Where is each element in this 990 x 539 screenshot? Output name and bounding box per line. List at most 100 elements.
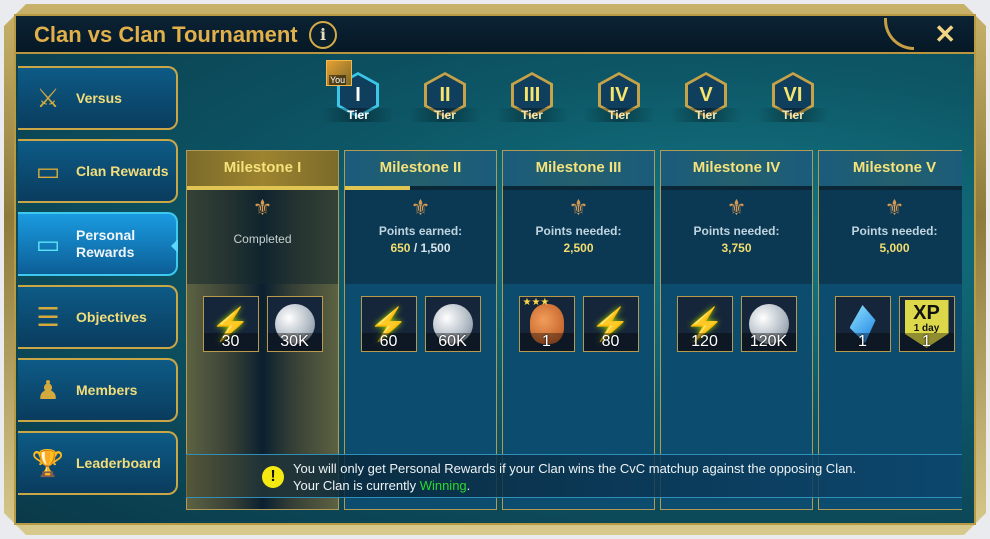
reward-list: 1 XP 1 day 1 xyxy=(819,296,962,352)
tournament-window: Clan vs Clan Tournament i ✕ ⚔ Versus ▭ C… xyxy=(14,14,976,525)
tier-label: Tier xyxy=(670,108,742,122)
reward-silver[interactable]: 30K xyxy=(266,296,323,352)
tier-2[interactable]: II Tier xyxy=(409,68,481,128)
milestone-title: Milestone III xyxy=(503,150,654,186)
crossed-swords-icon: ⚔ xyxy=(36,82,60,113)
points-label: Points needed: xyxy=(851,224,938,238)
close-button[interactable]: ✕ xyxy=(934,19,956,49)
sidebar-item-label: Leaderboard xyxy=(76,454,161,471)
sidebar: ⚔ Versus ▭ Clan Rewards ▭ Personal Rewar… xyxy=(18,66,178,504)
title-bar: Clan vs Clan Tournament i ✕ xyxy=(16,16,974,54)
tier-5[interactable]: V Tier xyxy=(670,68,742,128)
player-avatar: You xyxy=(326,60,352,86)
reward-silver[interactable]: 120K xyxy=(740,296,797,352)
notice-banner: ! You will only get Personal Rewards if … xyxy=(186,454,962,498)
reward-qty: 80 xyxy=(583,333,638,351)
points-earned: 650 xyxy=(390,241,411,255)
milestone-info: ⚜ Points earned: 650 / 1,500 xyxy=(345,190,496,284)
scroll-icon: ☰ xyxy=(36,301,60,332)
xp-label: XP xyxy=(913,302,940,324)
notice-line-2: Your Clan is currently Winning. xyxy=(293,477,856,494)
points-value: 650 / 1,500 xyxy=(345,241,496,255)
reward-qty: 1 xyxy=(835,333,890,351)
tier-4[interactable]: IV Tier xyxy=(583,68,655,128)
tier-label: Tier xyxy=(583,108,655,122)
sidebar-item-personal-rewards[interactable]: ▭ Personal Rewards xyxy=(18,212,178,276)
reward-qty: 120 xyxy=(677,333,732,351)
trophy-icon: 🏆 xyxy=(31,447,65,478)
sidebar-item-leaderboard[interactable]: 🏆 Leaderboard xyxy=(18,431,178,495)
sidebar-item-label: Personal Rewards xyxy=(76,227,136,260)
tier-label: Tier xyxy=(409,108,481,122)
tier-label: Tier xyxy=(757,108,829,122)
star-rank-icon: ★★★ xyxy=(522,297,550,308)
reward-energy[interactable]: ⚡ 60 xyxy=(360,296,417,352)
sidebar-item-label: Versus xyxy=(76,89,122,106)
tier-label: Tier xyxy=(322,108,394,122)
reward-qty: 1 xyxy=(519,333,574,351)
winged-emblem-icon: ⚜ xyxy=(252,195,273,220)
milestone-info: ⚜ Points needed: 5,000 xyxy=(819,190,962,284)
clan-status: Winning xyxy=(419,478,467,493)
notice-text: You will only get Personal Rewards if yo… xyxy=(293,460,856,494)
reward-energy[interactable]: ⚡ 30 xyxy=(202,296,259,352)
milestone-status: Completed xyxy=(233,232,292,246)
sidebar-item-members[interactable]: ♟ Members xyxy=(18,358,178,422)
milestone-info: ⚜ Points needed: 3,750 xyxy=(661,190,812,284)
sidebar-item-clan-rewards[interactable]: ▭ Clan Rewards xyxy=(18,139,178,203)
milestone-title: Milestone V xyxy=(819,150,962,186)
points-value: 5,000 xyxy=(879,241,910,255)
winged-emblem-icon: ⚜ xyxy=(410,195,431,220)
reward-qty: 30K xyxy=(267,333,322,351)
sidebar-item-objectives[interactable]: ☰ Objectives xyxy=(18,285,178,349)
reward-list: ★★★ 1 ⚡ 80 xyxy=(503,296,654,352)
milestone-title: Milestone II xyxy=(345,150,496,186)
sidebar-item-label: Objectives xyxy=(76,308,147,325)
points-label: Points needed: xyxy=(693,224,780,238)
title-ornament xyxy=(884,18,914,50)
tier-label: Tier xyxy=(496,108,568,122)
notice-suffix: . xyxy=(466,478,471,493)
points-label: Points earned: xyxy=(378,224,463,238)
you-label: You xyxy=(329,75,347,85)
reward-list: ⚡ 30 30K xyxy=(187,296,338,352)
reward-energy[interactable]: ⚡ 80 xyxy=(582,296,639,352)
reward-qty: 60 xyxy=(361,333,416,351)
chest-icon: ▭ xyxy=(35,155,61,186)
points-total: 1,500 xyxy=(420,241,451,255)
points-separator: / xyxy=(410,241,421,255)
milestone-info: ⚜ Completed xyxy=(187,190,338,284)
reward-silver[interactable]: 60K xyxy=(424,296,481,352)
tier-6[interactable]: VI Tier xyxy=(757,68,829,128)
reward-xp-boost[interactable]: XP 1 day 1 xyxy=(898,296,955,352)
warning-icon: ! xyxy=(262,466,284,488)
tier-selector: I Tier You II Tier III Tier IV Tier V Ti… xyxy=(316,60,836,128)
reward-shard[interactable]: 1 xyxy=(834,296,891,352)
winged-emblem-icon: ⚜ xyxy=(568,195,589,220)
reward-list: ⚡ 60 60K xyxy=(345,296,496,352)
winged-emblem-icon: ⚜ xyxy=(726,195,747,220)
info-button[interactable]: i xyxy=(309,21,337,49)
sidebar-item-label: Members xyxy=(76,381,138,398)
reward-chicken[interactable]: ★★★ 1 xyxy=(518,296,575,352)
members-icon: ♟ xyxy=(36,374,60,405)
tier-1[interactable]: I Tier You xyxy=(322,60,394,128)
milestone-title: Milestone IV xyxy=(661,150,812,186)
reward-qty: 1 xyxy=(899,333,954,351)
reward-list: ⚡ 120 120K xyxy=(661,296,812,352)
sidebar-item-versus[interactable]: ⚔ Versus xyxy=(18,66,178,130)
reward-qty: 120K xyxy=(741,333,796,351)
tier-3[interactable]: III Tier xyxy=(496,68,568,128)
notice-prefix: Your Clan is currently xyxy=(293,478,420,493)
milestone-title: Milestone I xyxy=(187,150,338,186)
reward-qty: 60K xyxy=(425,333,480,351)
milestone-info: ⚜ Points needed: 2,500 xyxy=(503,190,654,284)
reward-qty: 30 xyxy=(203,333,258,351)
points-label: Points needed: xyxy=(535,224,622,238)
chest-icon: ▭ xyxy=(35,228,61,259)
winged-emblem-icon: ⚜ xyxy=(884,195,905,220)
page-title: Clan vs Clan Tournament xyxy=(34,22,298,47)
reward-energy[interactable]: ⚡ 120 xyxy=(676,296,733,352)
points-value: 3,750 xyxy=(721,241,752,255)
sidebar-item-label: Clan Rewards xyxy=(76,162,169,179)
